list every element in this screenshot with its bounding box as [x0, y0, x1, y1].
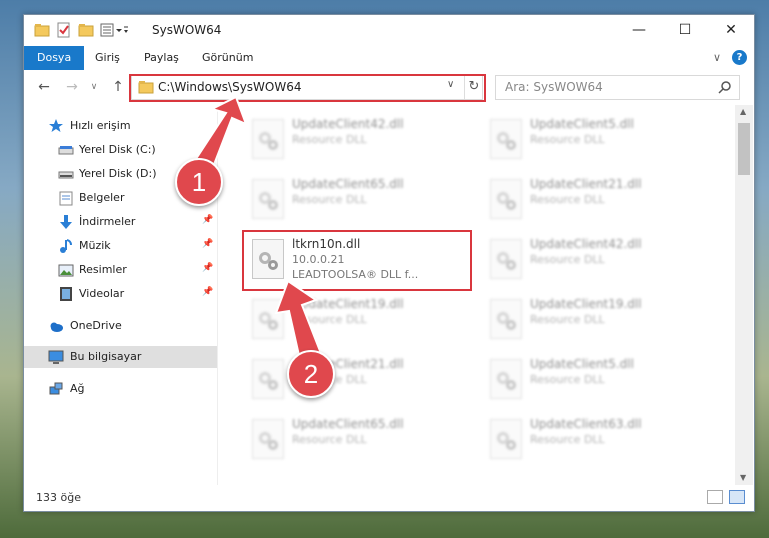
step-badge-1: 1	[175, 158, 223, 206]
annotation-arrows	[190, 95, 324, 362]
arrow-2	[274, 279, 324, 362]
step-badge-2: 2	[287, 350, 335, 398]
